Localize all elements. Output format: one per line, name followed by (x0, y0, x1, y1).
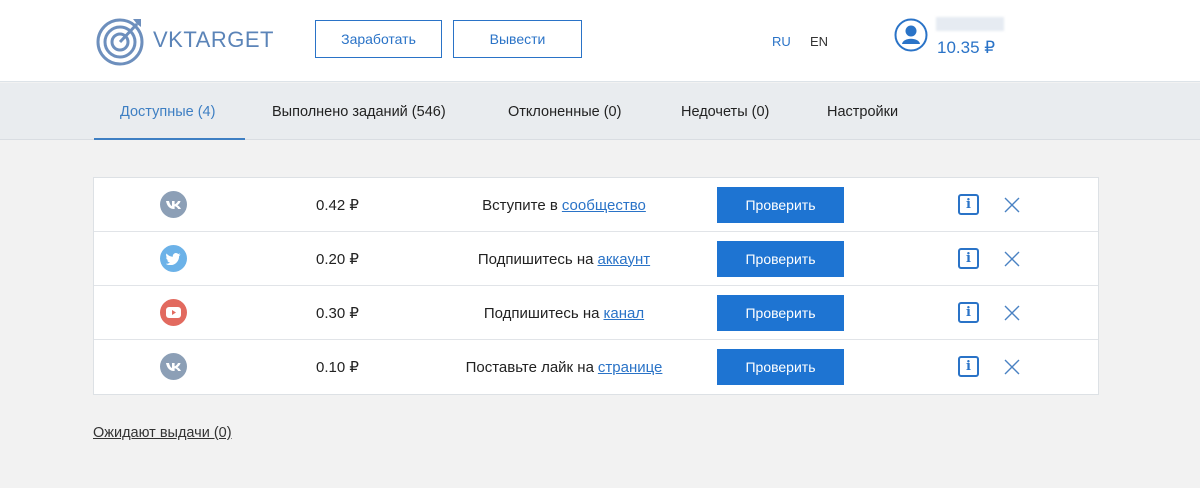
check-button[interactable]: Проверить (717, 241, 844, 277)
twitter-icon (160, 245, 187, 272)
pending-payouts-link[interactable]: Ожидают выдачи (0) (93, 425, 232, 441)
logo-text: VKTARGET (153, 27, 274, 52)
vk-icon (160, 353, 187, 380)
task-row: 0.20 ₽ Подпишитесь на аккаунт Проверить … (94, 232, 1098, 286)
tab-bar: Доступные (4) Выполнено заданий (546) От… (0, 83, 1200, 140)
task-text: Вступите в (482, 196, 558, 214)
task-link[interactable]: канал (604, 305, 645, 322)
info-icon[interactable]: i (958, 194, 979, 215)
earn-button[interactable]: Заработать (315, 20, 442, 58)
logo[interactable]: VKTARGET (95, 12, 274, 68)
info-icon[interactable]: i (958, 356, 979, 377)
balance: 10.35 ₽ (937, 38, 996, 57)
task-row: 0.30 ₽ Подпишитесь на канал Проверить i (94, 286, 1098, 340)
youtube-icon (160, 299, 187, 326)
check-button[interactable]: Проверить (717, 295, 844, 331)
header: VKTARGET Заработать Вывести RU EN 10.35 … (0, 0, 1200, 82)
task-price: 0.42 ₽ (316, 197, 359, 214)
tab-completed[interactable]: Выполнено заданий (546) (272, 83, 446, 140)
active-tab-indicator (94, 138, 245, 140)
task-link[interactable]: странице (598, 359, 662, 376)
check-button[interactable]: Проверить (717, 349, 844, 385)
user-avatar-icon[interactable] (894, 18, 928, 52)
close-icon[interactable] (1003, 250, 1021, 268)
task-text: Подпишитесь на (477, 250, 594, 268)
task-description: Поставьте лайк на странице (394, 340, 734, 394)
task-row: 0.10 ₽ Поставьте лайк на странице Провер… (94, 340, 1098, 394)
tab-rejected[interactable]: Отклоненные (0) (508, 83, 621, 140)
task-row: 0.42 ₽ Вступите в сообщество Проверить i (94, 178, 1098, 232)
withdraw-button[interactable]: Вывести (453, 20, 582, 58)
task-text: Подпишитесь на (483, 304, 600, 322)
task-description: Подпишитесь на канал (394, 286, 734, 340)
close-icon[interactable] (1003, 358, 1021, 376)
tab-available[interactable]: Доступные (4) (120, 83, 215, 140)
task-price: 0.10 ₽ (316, 359, 359, 376)
task-link[interactable]: сообщество (562, 197, 646, 214)
vk-icon (160, 191, 187, 218)
lang-en-link[interactable]: EN (810, 34, 828, 49)
task-text: Поставьте лайк на (465, 358, 594, 376)
task-price: 0.30 ₽ (316, 305, 359, 322)
task-description: Вступите в сообщество (394, 178, 734, 232)
tab-shortcomings[interactable]: Недочеты (0) (681, 83, 769, 140)
info-icon[interactable]: i (958, 248, 979, 269)
tab-settings[interactable]: Настройки (827, 83, 898, 140)
task-description: Подпишитесь на аккаунт (394, 232, 734, 286)
info-icon[interactable]: i (958, 302, 979, 323)
close-icon[interactable] (1003, 304, 1021, 322)
username-redacted (936, 17, 1004, 31)
task-link[interactable]: аккаунт (598, 251, 651, 268)
task-list: 0.42 ₽ Вступите в сообщество Проверить i… (93, 177, 1099, 395)
check-button[interactable]: Проверить (717, 187, 844, 223)
target-logo-icon (96, 18, 144, 66)
close-icon[interactable] (1003, 196, 1021, 214)
task-price: 0.20 ₽ (316, 251, 359, 268)
lang-ru-link[interactable]: RU (772, 34, 791, 49)
